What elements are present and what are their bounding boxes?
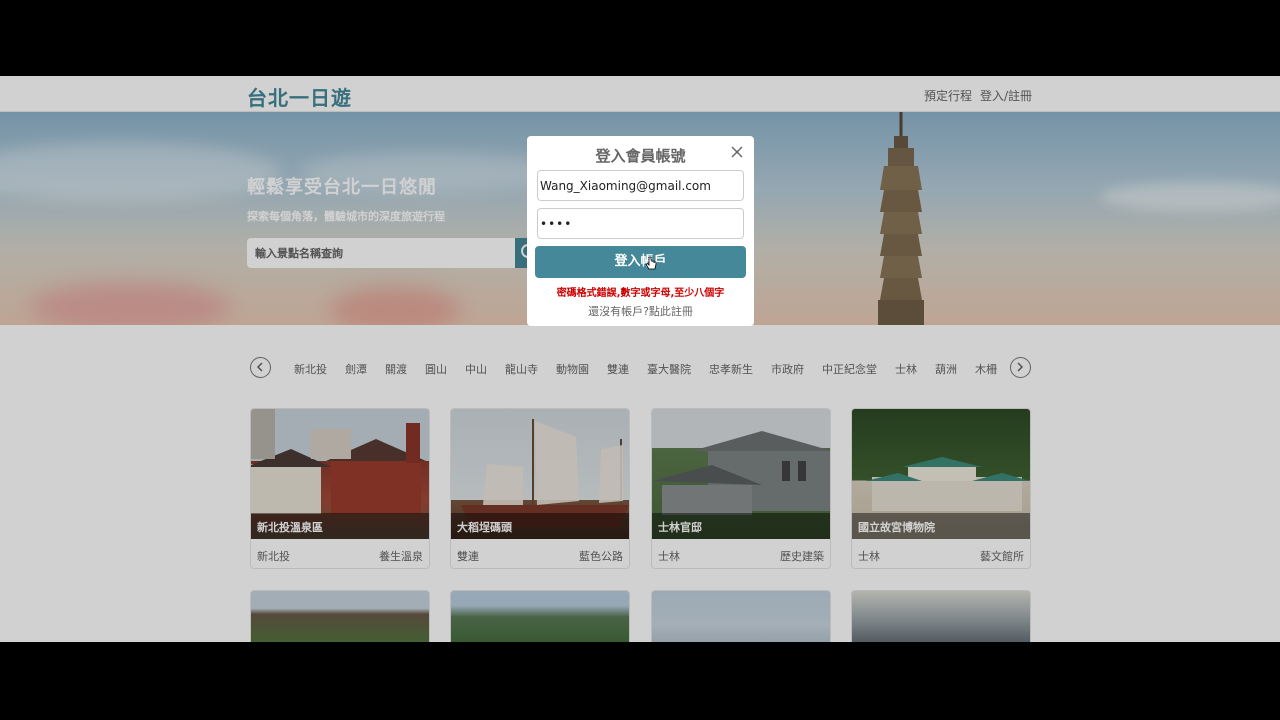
browser-viewport: 台北一日遊 預定行程 登入/註冊 輕鬆享受台北一日悠閒 探索每個角落，體驗城市的… [0, 76, 1280, 642]
email-field[interactable] [537, 170, 744, 201]
error-message: 密碼格式錯誤,數字或字母,至少八個字 [556, 288, 725, 299]
close-icon[interactable] [730, 145, 744, 159]
password-field[interactable] [537, 208, 744, 239]
modal-title: 登入會員帳號 [595, 147, 686, 165]
hand-cursor-icon [645, 256, 657, 270]
register-link[interactable]: 還沒有帳戶?點此註冊 [527, 303, 754, 319]
login-modal: 登入會員帳號 登入帳戶 密碼格式錯誤,數字或字母,至少八個字 還沒有帳戶?點此註… [527, 136, 754, 326]
login-button[interactable]: 登入帳戶 [535, 246, 746, 278]
